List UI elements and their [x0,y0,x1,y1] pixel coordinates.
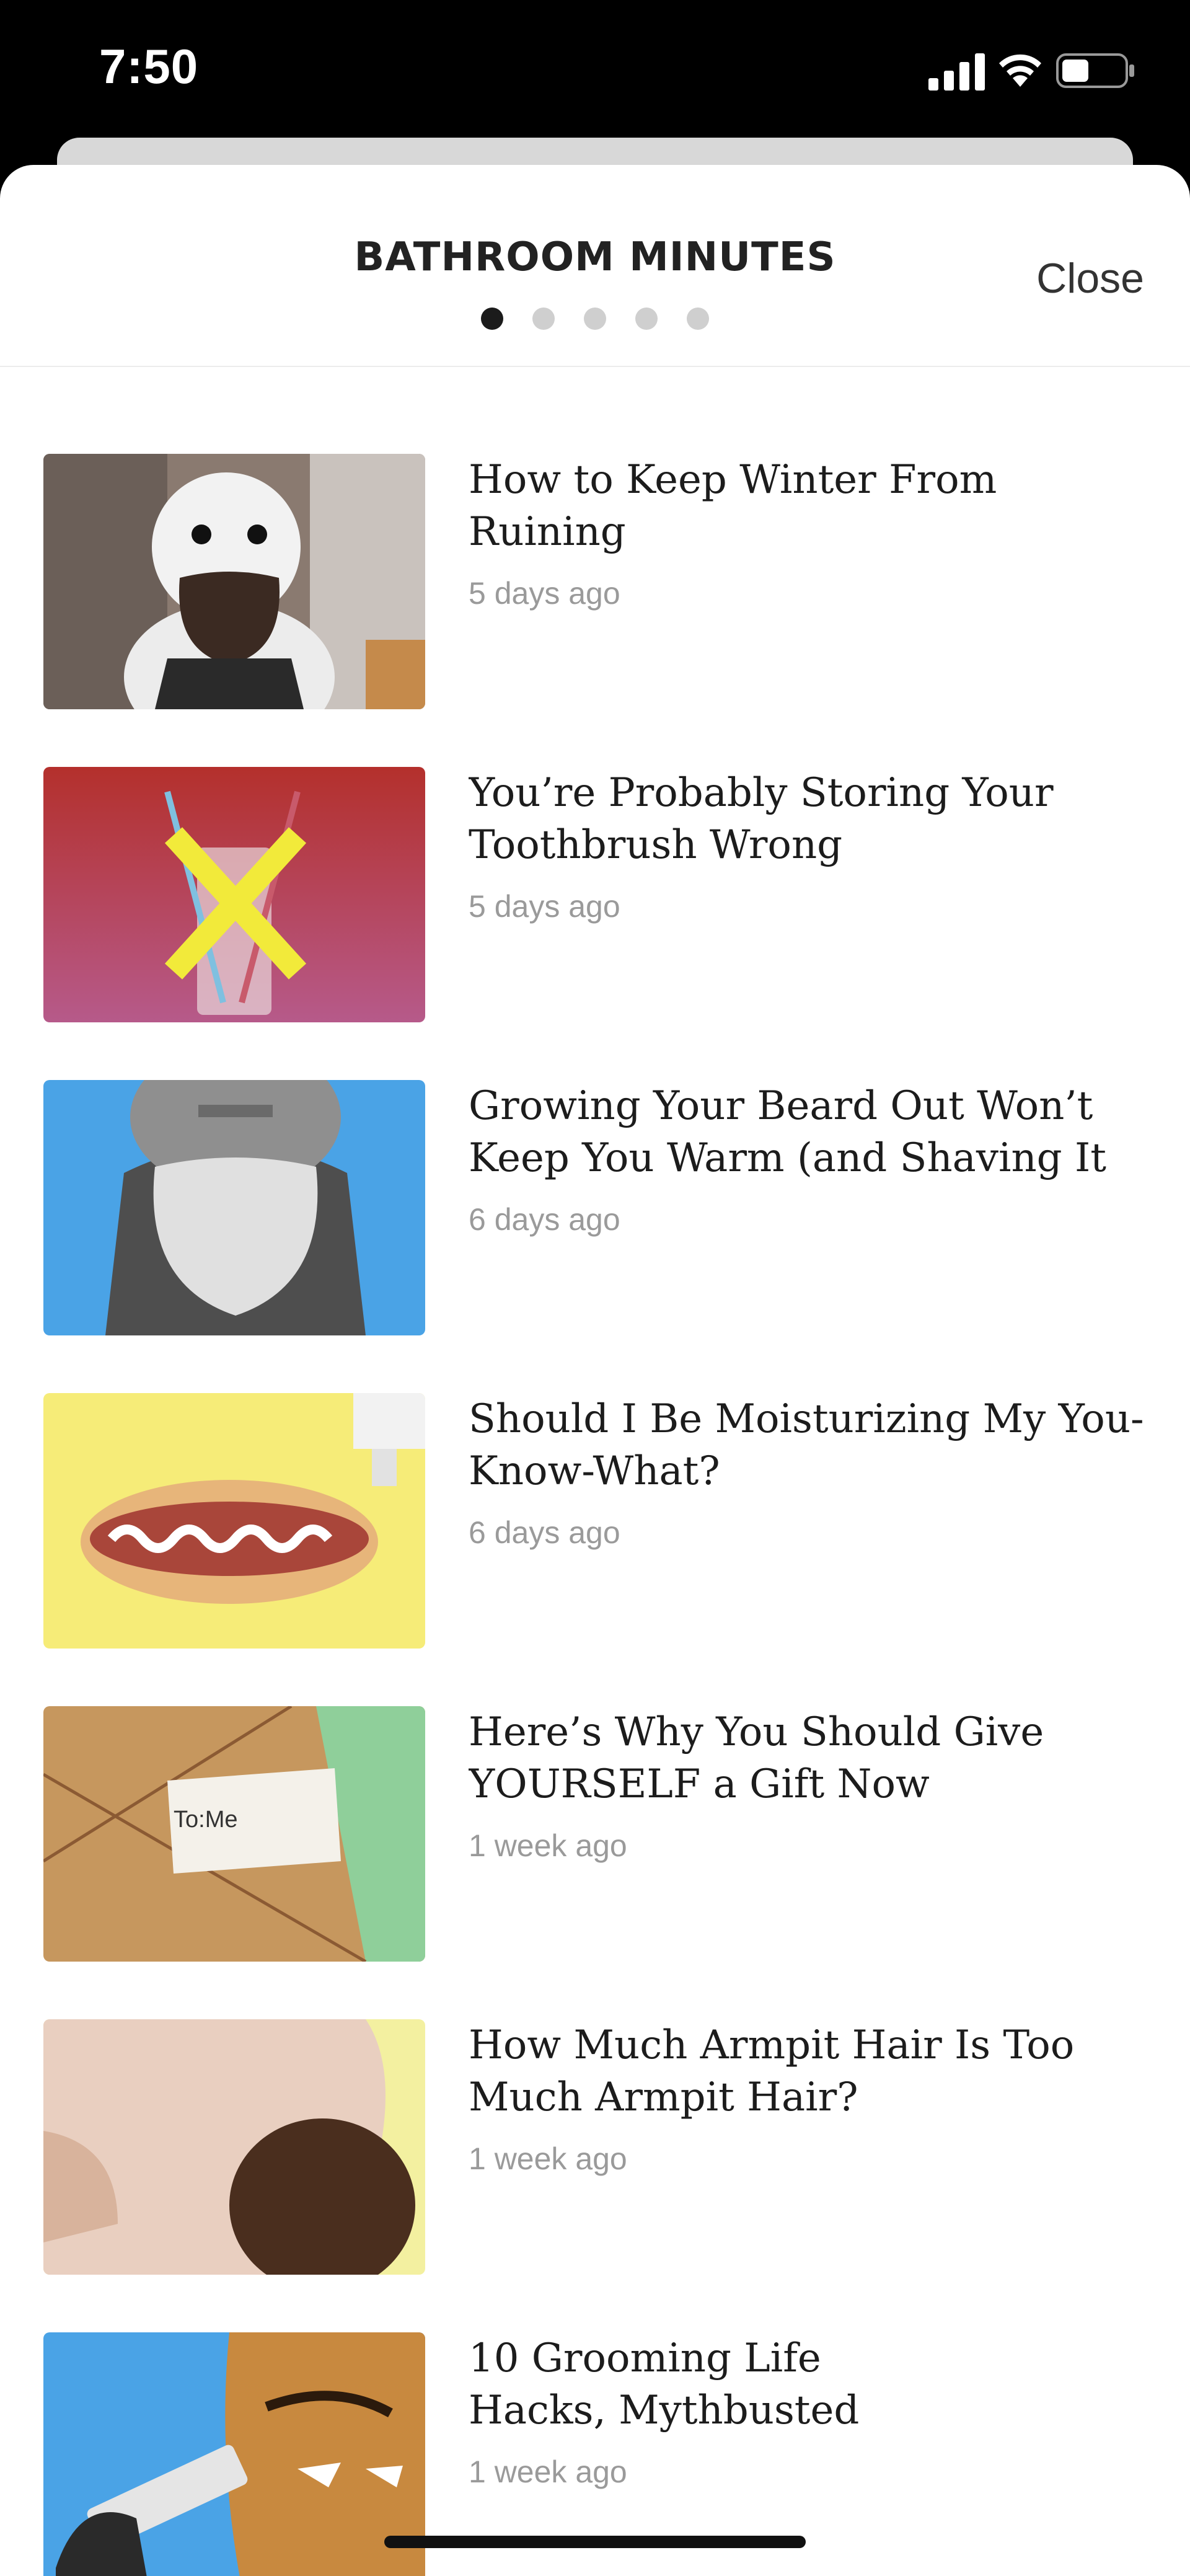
article-item[interactable]: Growing Your Beard Out Won’t Keep You Wa… [0,1080,1190,1335]
article-thumbnail [43,1393,425,1649]
status-bar: 7:50 [0,0,1190,143]
gift-package-image: To:Me [43,1706,425,1962]
close-button[interactable]: Close [1036,254,1144,303]
article-thumbnail: To:Me [43,1706,425,1962]
home-indicator[interactable] [384,2536,806,2548]
gift-tag-label: To:Me [174,1807,237,1833]
signal-icon [928,53,985,91]
page-indicator[interactable] [0,308,1190,332]
wifi-icon [999,54,1041,87]
article-item[interactable]: How to Keep Winter From Ruining Your Bea… [0,454,1190,709]
page-dot-1[interactable] [481,308,503,330]
article-timestamp: 5 days ago [469,889,620,924]
bearded-man-image [43,1080,425,1335]
page-dot-3[interactable] [584,308,606,330]
page-dot-2[interactable] [532,308,555,330]
article-title: Should I Be Moisturizing My You- Know-Wh… [469,1396,1144,1494]
hotdog-lotion-image [43,1393,425,1649]
article-item[interactable]: Should I Be Moisturizing My You- Know-Wh… [0,1393,1190,1649]
article-thumbnail [43,454,425,709]
battery-icon [1056,53,1134,88]
article-thumbnail [43,2332,425,2576]
armpit-hair-image [43,2019,425,2275]
article-title: How to Keep Winter From Ruining Your Bea… [469,457,997,555]
article-thumbnail [43,767,425,1022]
article-timestamp: 1 week ago [469,1828,627,1863]
article-timestamp: 5 days ago [469,576,620,611]
article-item[interactable]: To:Me Here’s Why You Should Give YOURSEL… [0,1706,1190,1962]
article-thumbnail [43,2019,425,2275]
article-timestamp: 6 days ago [469,1515,620,1550]
page-dot-5[interactable] [687,308,709,330]
article-timestamp: 1 week ago [469,2454,627,2489]
snowman-beard-image [43,454,425,709]
status-time: 7:50 [99,39,199,94]
article-item[interactable]: How Much Armpit Hair Is Too Much Armpit … [0,2019,1190,2275]
article-timestamp: 6 days ago [469,1202,620,1237]
toothbrush-cup-image [43,767,425,1022]
article-timestamp: 1 week ago [469,2141,627,2176]
man-tube-image [43,2332,425,2576]
article-item[interactable]: You’re Probably Storing Your Toothbrush … [0,767,1190,1022]
article-title: Growing Your Beard Out Won’t Keep You Wa… [469,1083,1106,1181]
article-thumbnail [43,1080,425,1335]
article-title: 10 Grooming Life Hacks, Mythbusted [469,2335,860,2433]
sheet-title: BATHROOM MINUTES [354,234,836,280]
article-title: You’re Probably Storing Your Toothbrush … [469,770,1054,868]
article-title: How Much Armpit Hair Is Too Much Armpit … [469,2022,1075,2120]
modal-sheet: BATHROOM MINUTES Close How to Keep Winte… [0,165,1190,2576]
sheet-header: BATHROOM MINUTES Close [0,165,1190,367]
page-dot-4[interactable] [635,308,658,330]
article-title: Here’s Why You Should Give YOURSELF a Gi… [469,1709,1044,1807]
